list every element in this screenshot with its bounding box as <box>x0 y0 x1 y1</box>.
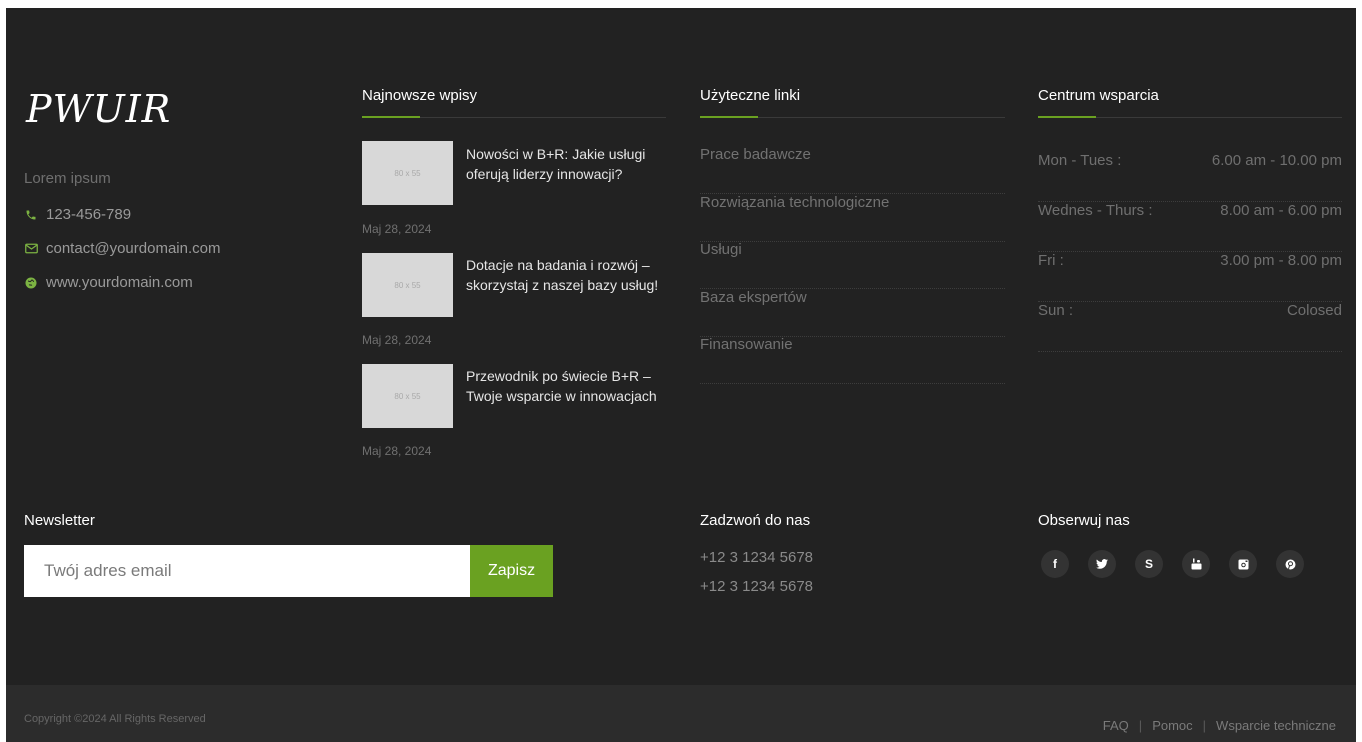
skype-icon[interactable]: S <box>1135 550 1163 578</box>
useful-link-tech-solutions[interactable]: Rozwiązania technologiczne <box>700 194 1005 242</box>
newsletter-subscribe-button[interactable]: Zapisz <box>470 545 553 597</box>
hours-row: Wednes - Thurs : 8.00 am - 6.00 pm <box>1038 202 1342 252</box>
post-thumbnail[interactable]: 80 x 55 <box>362 141 453 205</box>
latest-posts-title: Najnowsze wpisy <box>362 87 478 104</box>
useful-link-financing[interactable]: Finansowanie <box>700 336 1005 384</box>
envelope-icon <box>24 243 38 254</box>
contact-website-text: www.yourdomain.com <box>46 274 193 291</box>
call-phone[interactable]: +12 3 1234 5678 <box>700 549 813 566</box>
useful-links-title: Użyteczne linki <box>700 87 801 104</box>
call-us-title: Zadzwoń do nas <box>700 512 811 529</box>
bottom-links-separator: | <box>1138 718 1143 733</box>
post-date: Maj 28, 2024 <box>362 444 432 458</box>
hours-row: Mon - Tues : 6.00 am - 10.00 pm <box>1038 152 1342 202</box>
bottom-links-separator: | <box>1202 718 1207 733</box>
support-title: Centrum wsparcia <box>1038 87 1159 104</box>
useful-links-rule <box>700 116 1005 118</box>
support-rule <box>1038 116 1342 118</box>
useful-link-research[interactable]: Prace badawcze <box>700 146 1005 194</box>
newsletter-title: Newsletter <box>24 512 95 529</box>
contact-email[interactable]: contact@yourdomain.com <box>24 240 220 257</box>
post-thumbnail[interactable]: 80 x 55 <box>362 364 453 428</box>
phone-icon <box>24 209 38 221</box>
newsletter-email-input[interactable] <box>24 545 470 597</box>
youtube-icon[interactable] <box>1182 550 1210 578</box>
hours-day: Fri : <box>1038 252 1064 269</box>
post-title-link[interactable]: Dotacje na badania i rozwój – skorzystaj… <box>466 255 666 295</box>
facebook-icon[interactable]: f <box>1041 550 1069 578</box>
pinterest-icon[interactable] <box>1276 550 1304 578</box>
post-date: Maj 28, 2024 <box>362 333 432 347</box>
hours-row: Fri : 3.00 pm - 8.00 pm <box>1038 252 1342 302</box>
post-date: Maj 28, 2024 <box>362 222 432 236</box>
call-phone[interactable]: +12 3 1234 5678 <box>700 578 813 595</box>
globe-icon <box>24 277 38 289</box>
bottom-bar <box>6 685 1356 742</box>
hours-day: Sun : <box>1038 302 1074 319</box>
post-title-link[interactable]: Przewodnik po świecie B+R – Twoje wsparc… <box>466 366 666 406</box>
bottom-links: FAQ | Pomoc | Wsparcie techniczne <box>1103 718 1336 733</box>
site-logo[interactable]: PWUIR <box>26 87 171 131</box>
bottom-link-help[interactable]: Pomoc <box>1152 718 1192 733</box>
contact-phone-text: 123-456-789 <box>46 206 132 223</box>
hours-row: Sun : Colosed <box>1038 302 1342 352</box>
contact-website[interactable]: www.yourdomain.com <box>24 274 193 291</box>
hours-day: Wednes - Thurs : <box>1038 202 1153 219</box>
useful-link-experts[interactable]: Baza ekspertów <box>700 289 1005 337</box>
hours-day: Mon - Tues : <box>1038 152 1122 169</box>
site-tagline: Lorem ipsum <box>24 170 111 187</box>
follow-us-title: Obserwuj nas <box>1038 512 1130 529</box>
bottom-link-tech-support[interactable]: Wsparcie techniczne <box>1216 718 1336 733</box>
useful-link-services[interactable]: Usługi <box>700 241 1005 289</box>
copyright-text: Copyright ©2024 All Rights Reserved <box>24 713 206 725</box>
twitter-icon[interactable] <box>1088 550 1116 578</box>
hours-time: 3.00 pm - 8.00 pm <box>1220 252 1342 269</box>
contact-email-text: contact@yourdomain.com <box>46 240 221 257</box>
instagram-icon[interactable] <box>1229 550 1257 578</box>
hours-time: 6.00 am - 10.00 pm <box>1211 152 1342 169</box>
contact-phone[interactable]: 123-456-789 <box>24 206 131 223</box>
hours-time: Colosed <box>1286 302 1342 319</box>
hours-time: 8.00 am - 6.00 pm <box>1220 202 1342 219</box>
latest-posts-rule <box>362 116 666 118</box>
post-thumbnail[interactable]: 80 x 55 <box>362 253 453 317</box>
bottom-link-faq[interactable]: FAQ <box>1103 718 1129 733</box>
post-title-link[interactable]: Nowości w B+R: Jakie usługi oferują lide… <box>466 144 666 184</box>
